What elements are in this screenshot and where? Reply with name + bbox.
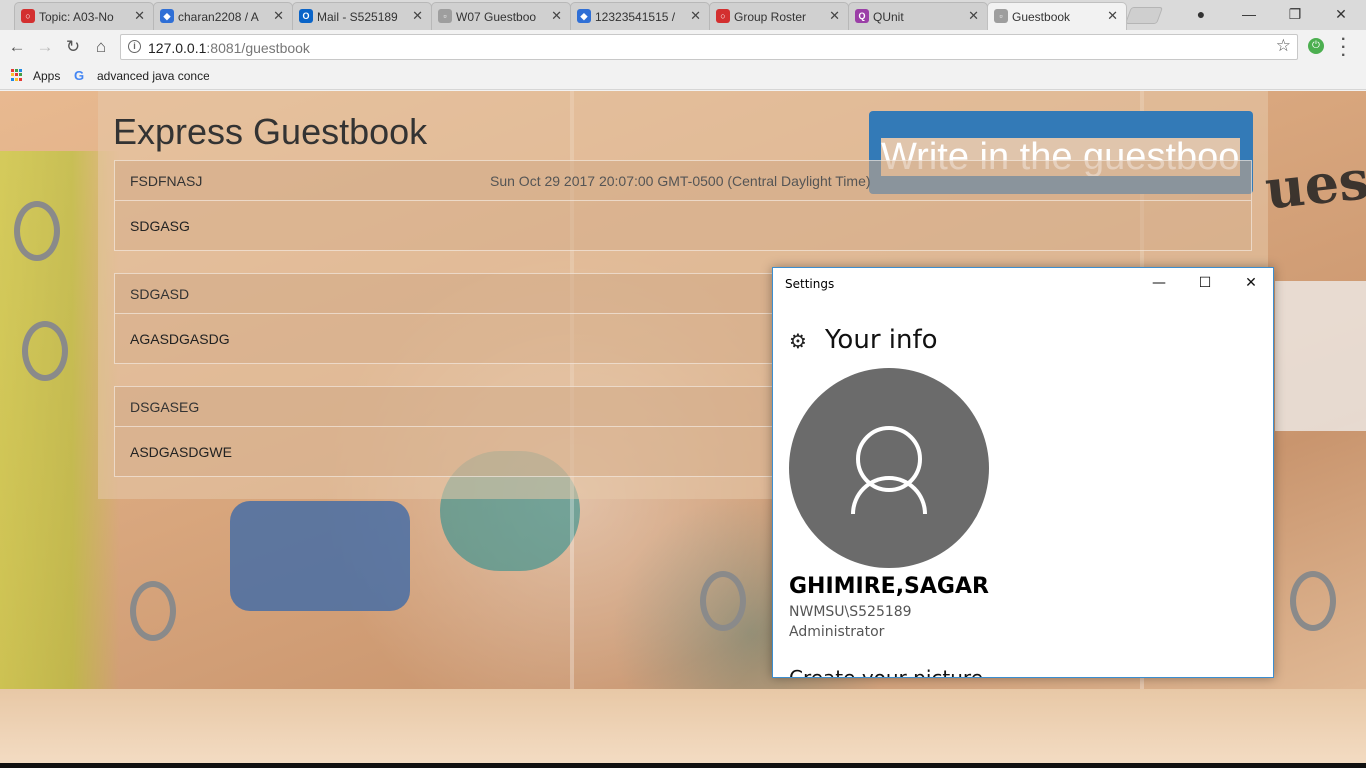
tab-favicon-icon: ○ — [716, 9, 730, 23]
tab-12323541515[interactable]: ◆ 12323541515 / ✕ — [570, 2, 710, 30]
reload-icon[interactable]: ↻ — [61, 35, 85, 59]
bookmark-star-icon[interactable]: ☆ — [1276, 36, 1291, 56]
background-image-tile — [130, 581, 176, 641]
tab-group-roster[interactable]: ○ Group Roster ✕ — [709, 2, 849, 30]
close-tab-icon[interactable]: ✕ — [968, 9, 979, 23]
tab-label: charan2208 / A — [178, 9, 259, 24]
extension-icon[interactable]: ⏻ — [1308, 38, 1324, 54]
settings-window: Settings — ☐ ✕ ⚙ Your info GHIMIRE,SAGAR… — [772, 267, 1274, 678]
entry-message: ASDGASDGWE — [130, 444, 232, 460]
tab-charan[interactable]: ◆ charan2208 / A ✕ — [153, 2, 293, 30]
settings-maximize-button[interactable]: ☐ — [1185, 272, 1225, 294]
tab-favicon-icon: ◆ — [160, 9, 174, 23]
background-image-tile — [700, 571, 746, 631]
settings-close-button[interactable]: ✕ — [1231, 272, 1271, 294]
close-tab-icon[interactable]: ✕ — [551, 9, 562, 23]
close-tab-icon[interactable]: ✕ — [134, 9, 145, 23]
bookmark-item-label[interactable]: advanced java conce — [97, 69, 209, 83]
close-tab-icon[interactable]: ✕ — [829, 9, 840, 23]
address-bar[interactable]: i 127.0.0.1:8081/guestbook ☆ — [120, 34, 1298, 60]
background-image-tile — [230, 501, 410, 611]
home-icon[interactable]: ⌂ — [89, 35, 113, 59]
tab-favicon-icon: ○ — [21, 9, 35, 23]
back-icon[interactable]: ← — [5, 35, 29, 59]
tab-label: Guestbook — [1012, 9, 1071, 24]
tab-label: W07 Guestboo — [456, 9, 537, 24]
background-image-tile — [0, 689, 1366, 765]
tab-favicon-icon: ◆ — [577, 9, 591, 23]
tab-w07[interactable]: ▫ W07 Guestboo ✕ — [431, 2, 571, 30]
info-icon[interactable]: i — [128, 40, 141, 53]
tab-mail[interactable]: O Mail - S525189 ✕ — [292, 2, 432, 30]
close-window-button[interactable]: ✕ — [1318, 0, 1364, 30]
background-image-tile — [1275, 281, 1366, 431]
tab-label: Group Roster — [734, 9, 807, 24]
close-tab-icon[interactable]: ✕ — [1107, 9, 1118, 23]
close-tab-icon[interactable]: ✕ — [273, 9, 284, 23]
close-tab-icon[interactable]: ✕ — [690, 9, 701, 23]
forward-icon[interactable]: → — [33, 35, 57, 59]
google-icon: G — [74, 68, 85, 83]
tab-strip: ○ Topic: A03-No ✕ ◆ charan2208 / A ✕ O M… — [0, 0, 1366, 30]
entry-heading: FSDFNASJ Sun Oct 29 2017 20:07:00 GMT-05… — [114, 160, 1252, 201]
menu-icon[interactable]: · · · — [1341, 32, 1346, 64]
close-tab-icon[interactable]: ✕ — [412, 9, 423, 23]
tab-label: QUnit — [873, 9, 904, 24]
tab-label: 12323541515 / — [595, 9, 676, 24]
gear-icon: ⚙ — [789, 329, 807, 353]
entry-message: SDGASG — [130, 218, 190, 234]
user-role: Administrator — [789, 624, 885, 640]
tab-qunit[interactable]: Q QUnit ✕ — [848, 2, 988, 30]
avatar-body-icon — [851, 476, 927, 514]
settings-heading: Your info — [825, 325, 938, 355]
guestbook-entry: FSDFNASJ Sun Oct 29 2017 20:07:00 GMT-05… — [114, 160, 1252, 251]
background-sign-text: uest — [1262, 144, 1366, 222]
tab-favicon-icon: O — [299, 9, 313, 23]
tab-favicon-icon: ▫ — [438, 9, 452, 23]
entry-body: SDGASG — [114, 201, 1252, 251]
address-url: 127.0.0.1:8081/guestbook — [148, 40, 310, 56]
page-bottom-edge — [0, 763, 1366, 768]
create-picture-heading: Create your picture — [789, 666, 983, 678]
new-tab-button[interactable] — [1124, 7, 1164, 24]
address-path: :8081/guestbook — [206, 40, 310, 56]
entry-message: AGASDGASDG — [130, 331, 230, 347]
apps-bookmark-label[interactable]: Apps — [33, 69, 60, 83]
background-image-tile — [22, 321, 68, 381]
entry-name: FSDFNASJ — [130, 173, 203, 189]
page-title: Express Guestbook — [113, 111, 428, 152]
tab-favicon-icon: Q — [855, 9, 869, 23]
tab-favicon-icon: ▫ — [994, 9, 1008, 23]
user-domain: NWMSU\S525189 — [789, 604, 912, 620]
background-image-tile — [14, 201, 60, 261]
address-host: 127.0.0.1 — [148, 40, 207, 56]
tab-label: Topic: A03-No — [39, 9, 114, 24]
apps-icon[interactable] — [11, 69, 23, 81]
avatar[interactable] — [789, 368, 989, 568]
bookmarks-bar: Apps G advanced java conce — [0, 64, 1366, 90]
settings-minimize-button[interactable]: — — [1139, 272, 1179, 294]
user-name: GHIMIRE,SAGAR — [789, 574, 989, 599]
tab-topic[interactable]: ○ Topic: A03-No ✕ — [14, 2, 154, 30]
entry-name: SDGASD — [130, 286, 190, 302]
restore-button[interactable]: ❐ — [1272, 0, 1318, 30]
tab-label: Mail - S525189 — [317, 9, 398, 24]
entry-name: DSGASEG — [130, 399, 200, 415]
entry-date: Sun Oct 29 2017 20:07:00 GMT-0500 (Centr… — [490, 173, 871, 189]
profile-icon[interactable]: ● — [1178, 0, 1224, 30]
background-image-tile — [1290, 571, 1336, 631]
tab-guestbook[interactable]: ▫ Guestbook ✕ — [987, 2, 1127, 30]
minimize-button[interactable]: — — [1226, 0, 1272, 30]
browser-toolbar: ← → ↻ ⌂ i 127.0.0.1:8081/guestbook ☆ ⏻ ·… — [0, 30, 1366, 64]
settings-title: Settings — [785, 277, 835, 291]
